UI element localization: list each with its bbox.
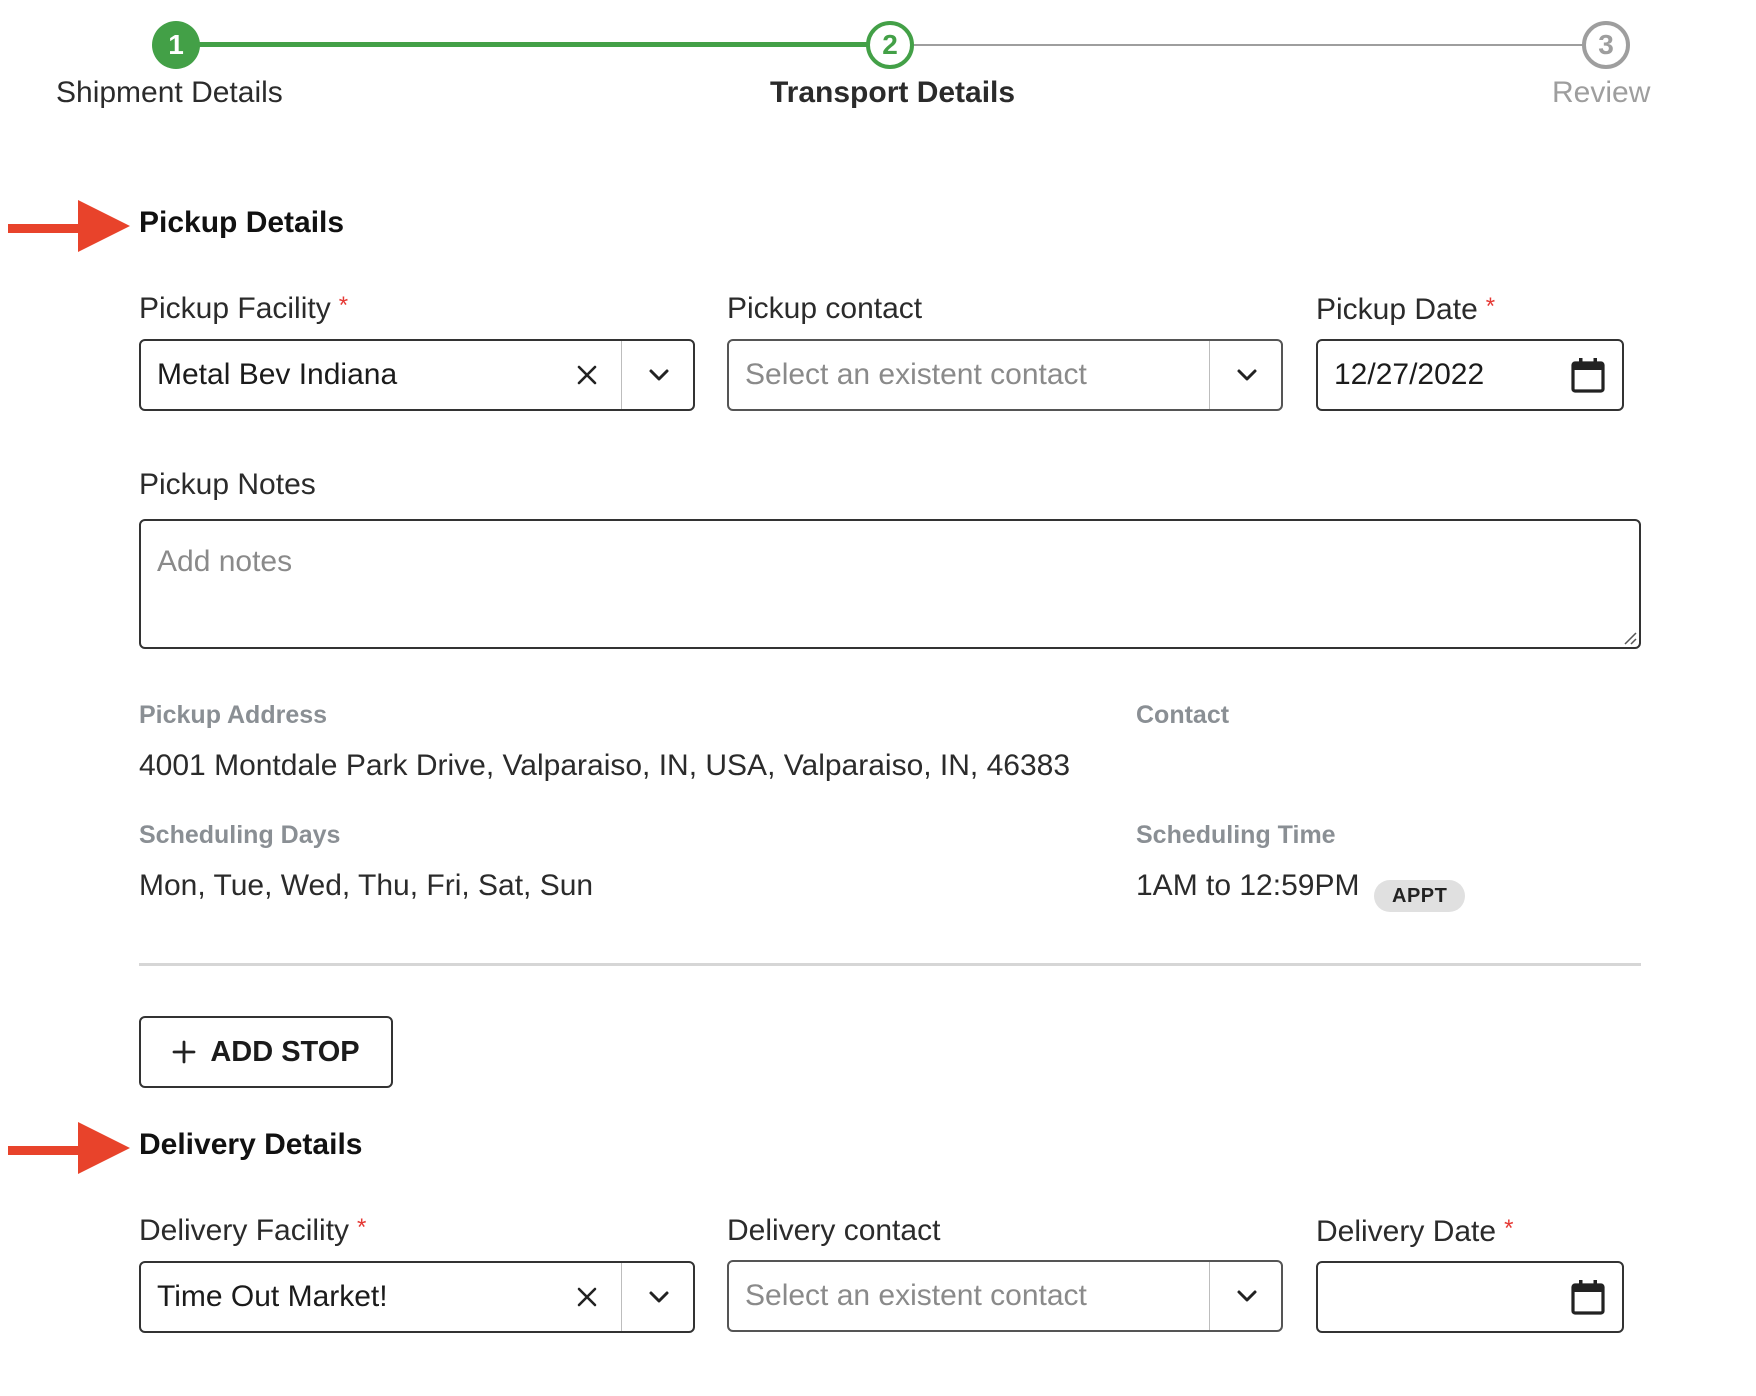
delivery-contact-dropdown-button[interactable] [1211,1262,1283,1330]
stepper-remaining-line [912,44,1586,46]
pickup-notes-container [139,519,1641,649]
annotation-arrow-icon [8,200,130,252]
delivery-date-label-text: Delivery Date [1316,1215,1497,1248]
delivery-facility-label: Delivery Facility * [139,1214,366,1248]
delivery-facility-value: Time Out Market! [157,1280,388,1313]
calendar-icon[interactable] [1568,1277,1608,1317]
pickup-notes-label: Pickup Notes [139,468,316,501]
delivery-section-title: Delivery Details [139,1128,363,1161]
required-mark: * [1485,293,1496,320]
select-divider [621,341,622,409]
delivery-facility-dropdown-button[interactable] [623,1263,695,1331]
delivery-date-label: Delivery Date * [1316,1215,1513,1249]
delivery-facility-clear-button[interactable] [565,1263,609,1331]
delivery-contact-label: Delivery contact [727,1214,941,1247]
pickup-section-title: Pickup Details [139,206,345,239]
select-divider [1209,1262,1210,1330]
required-mark: * [338,292,349,319]
pickup-contact-placeholder: Select an existent contact [745,358,1087,391]
delivery-contact-select[interactable]: Select an existent contact [727,1260,1283,1332]
scheduling-time-label: Scheduling Time [1136,821,1336,849]
step-2-label[interactable]: Transport Details [770,76,1015,110]
pickup-date-value: 12/27/2022 [1334,358,1485,391]
pickup-contact-label: Pickup contact [727,292,923,325]
add-stop-button[interactable]: ADD STOP [139,1016,393,1088]
stepper: 1 2 3 Shipment Details Transport Details… [0,0,1756,140]
pickup-address-value: 4001 Montdale Park Drive, Valparaiso, IN… [139,749,1071,782]
pickup-facility-dropdown-button[interactable] [623,341,695,409]
pickup-facility-select[interactable]: Metal Bev Indiana [139,339,695,411]
required-mark: * [1504,1215,1514,1242]
delivery-facility-select[interactable]: Time Out Market! [139,1261,695,1333]
chevron-down-icon [1237,369,1257,381]
pickup-date-label: Pickup Date * [1316,293,1495,327]
pickup-contact-dropdown-button[interactable] [1211,341,1283,409]
annotation-arrow-icon [8,1122,130,1174]
chevron-down-icon [649,369,669,381]
pickup-facility-value: Metal Bev Indiana [157,358,398,391]
close-icon [577,365,597,385]
contact-info-label: Contact [1136,701,1230,729]
chevron-down-icon [649,1291,669,1303]
pickup-date-label-text: Pickup Date [1316,293,1478,326]
step-3-label[interactable]: Review [1552,76,1650,110]
pickup-date-input[interactable]: 12/27/2022 [1316,339,1624,411]
section-divider [139,963,1641,966]
close-icon [577,1287,597,1307]
plus-icon [172,1040,196,1064]
resize-handle-icon[interactable] [1621,629,1637,645]
pickup-facility-clear-button[interactable] [565,341,609,409]
chevron-down-icon [1237,1290,1257,1302]
scheduling-time-value: 1AM to 12:59PM [1136,869,1360,902]
scheduling-days-label: Scheduling Days [139,821,341,849]
calendar-icon[interactable] [1568,355,1608,395]
step-1-label[interactable]: Shipment Details [56,76,283,110]
appt-badge: APPT [1374,880,1466,912]
step-2-circle[interactable]: 2 [866,21,914,69]
delivery-contact-placeholder: Select an existent contact [745,1279,1087,1312]
pickup-notes-input[interactable] [141,521,1639,647]
add-stop-label: ADD STOP [210,1035,360,1068]
scheduling-days-value: Mon, Tue, Wed, Thu, Fri, Sat, Sun [139,869,594,902]
stepper-progress-line [176,42,868,47]
select-divider [1209,341,1210,409]
delivery-facility-label-text: Delivery Facility [139,1214,350,1247]
pickup-contact-select[interactable]: Select an existent contact [727,339,1283,411]
pickup-address-label: Pickup Address [139,701,328,729]
required-mark: * [357,1214,367,1241]
step-3-circle[interactable]: 3 [1582,21,1630,69]
pickup-facility-label-text: Pickup Facility [139,292,331,325]
select-divider [621,1263,622,1331]
step-1-circle[interactable]: 1 [152,21,200,69]
delivery-date-input[interactable] [1316,1261,1624,1333]
pickup-facility-label: Pickup Facility * [139,292,348,326]
